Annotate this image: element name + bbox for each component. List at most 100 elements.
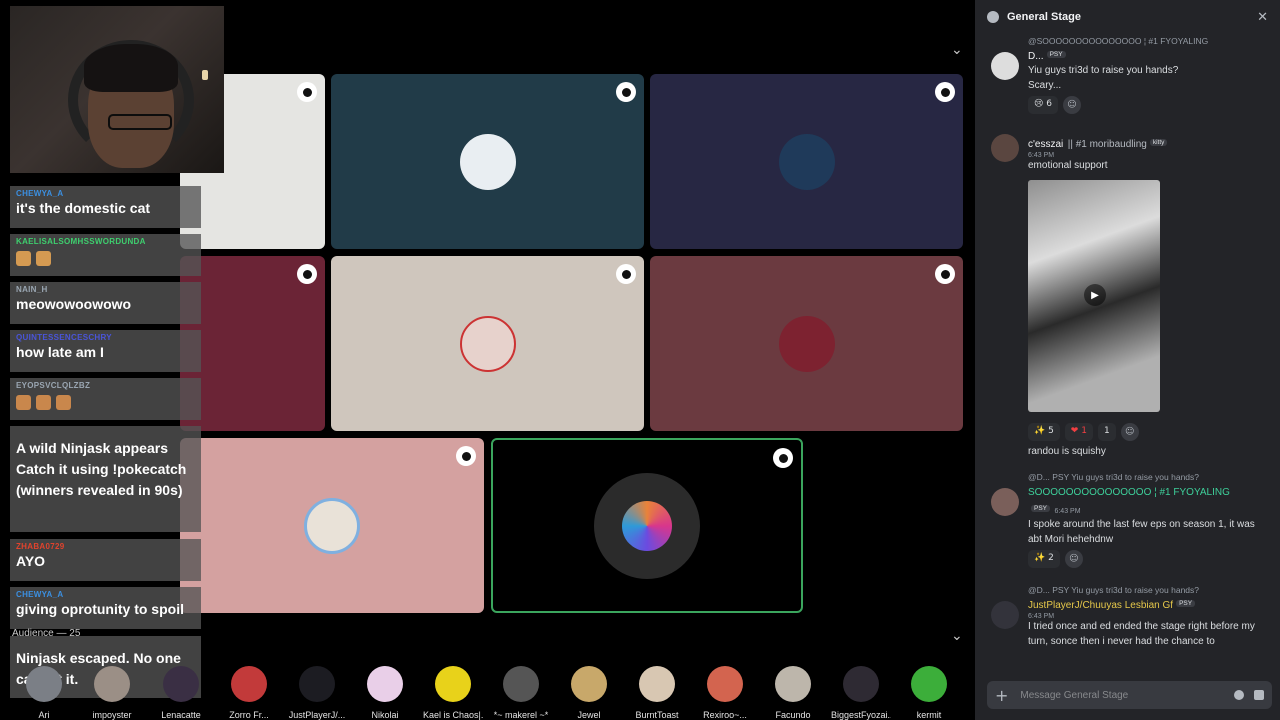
audience-member[interactable]: BiggestFyozai... bbox=[831, 666, 891, 720]
speaker-tile-2[interactable] bbox=[331, 74, 644, 249]
audience-name: Rexiroo~... bbox=[703, 710, 747, 720]
stream-chat-message: QUINTESSENCESCHRY how late am I bbox=[10, 330, 201, 372]
avatar[interactable] bbox=[991, 52, 1019, 80]
audience-name: *~ makerel ~* bbox=[493, 710, 549, 720]
speaker-badge-icon bbox=[935, 264, 955, 284]
streamer-hair bbox=[84, 44, 178, 92]
audience-member[interactable]: Lenacatte bbox=[151, 666, 211, 720]
message-text: Yiu guys tri3d to raise you hands? bbox=[1028, 65, 1179, 76]
avatar[interactable] bbox=[991, 488, 1019, 516]
avatar bbox=[367, 666, 403, 702]
expand-chevron-icon[interactable]: ⌄ bbox=[951, 628, 963, 644]
reaction-pill[interactable]: 1 bbox=[1097, 423, 1116, 441]
close-icon[interactable]: ✕ bbox=[1257, 10, 1268, 25]
add-reaction-icon[interactable]: ☺ bbox=[1062, 96, 1081, 114]
collapse-chevron-icon[interactable]: ⌄ bbox=[951, 42, 963, 58]
audience-member[interactable]: Ari bbox=[14, 666, 74, 720]
username[interactable]: SOOOOOOOOOOOOOOO ¦ #1 FYOYALING bbox=[1028, 487, 1230, 498]
user-tag: PSY bbox=[1176, 600, 1196, 608]
speaker-tile-4[interactable] bbox=[180, 256, 325, 431]
avatar bbox=[843, 666, 879, 702]
timestamp: 6:43 PM bbox=[1028, 152, 1055, 159]
audience-name: impoyster bbox=[92, 710, 132, 720]
message-text: I tried once and ed ended the stage righ… bbox=[1028, 621, 1255, 647]
stream-chat-message: A wild Ninjask appears Catch it using !p… bbox=[10, 426, 201, 532]
lamp-light bbox=[202, 70, 208, 80]
chat-username: NAIN_H bbox=[16, 285, 48, 294]
speaker-tile-5[interactable] bbox=[331, 256, 644, 431]
username-suffix: || #1 moribaudling bbox=[1067, 139, 1147, 150]
audience-member[interactable]: Facundo bbox=[763, 666, 823, 720]
chat-text: it's the domestic cat bbox=[16, 200, 151, 216]
avatar[interactable] bbox=[991, 134, 1019, 162]
reaction-pill[interactable]: ❤ 1 bbox=[1064, 423, 1093, 441]
audience-name: BiggestFyozai... bbox=[831, 710, 891, 720]
chat-text: AYO bbox=[16, 553, 46, 569]
apps-icon[interactable] bbox=[1254, 690, 1264, 700]
chat-username bbox=[16, 429, 195, 438]
avatar bbox=[571, 666, 607, 702]
avatar bbox=[304, 497, 360, 554]
stream-chat-message: NAIN_H meowowoowowo bbox=[10, 282, 201, 324]
audience-member[interactable]: impoyster bbox=[82, 666, 142, 720]
reaction-pill[interactable]: ✨ 2 bbox=[1028, 550, 1060, 568]
stream-chat-message: KAELISALSOMHSSWORDUNDA bbox=[10, 234, 201, 276]
reply-preview[interactable]: @D... PSY Yiu guys tri3d to raise you ha… bbox=[1028, 585, 1260, 595]
avatar-ring bbox=[594, 472, 700, 579]
avatar[interactable] bbox=[991, 601, 1019, 629]
speaker-tile-3[interactable] bbox=[650, 74, 963, 249]
play-icon[interactable]: ▶ bbox=[1084, 284, 1106, 306]
audience-member[interactable]: BurntToast bbox=[627, 666, 687, 720]
cat-emote-icon bbox=[36, 395, 51, 411]
add-reaction-icon[interactable]: ☺ bbox=[1120, 423, 1139, 441]
audience-member[interactable]: Kael is Chaos|... bbox=[423, 666, 483, 720]
message-input[interactable] bbox=[1020, 689, 1224, 701]
chat-username: ZHABA0729 bbox=[16, 542, 65, 551]
reply-preview[interactable]: @SOOOOOOOOOOOOOOO ¦ #1 FYOYALING bbox=[1028, 36, 1260, 46]
chat-text: giving oprotunity to spoil bbox=[16, 601, 184, 617]
audience-name: Jewel bbox=[577, 710, 601, 720]
audience-member[interactable]: Jewel bbox=[559, 666, 619, 720]
audience-member[interactable]: JustPlayerJ/... bbox=[287, 666, 347, 720]
audience-label: Audience — 25 bbox=[12, 628, 81, 639]
stream-chat-message: EYOPSVCLQLZBZ bbox=[10, 378, 201, 420]
stream-chat-message: CHEWYA_A it's the domestic cat bbox=[10, 186, 201, 228]
cat-emote-icon bbox=[16, 251, 31, 267]
avatar bbox=[231, 666, 267, 702]
audience-name: Nikolai bbox=[371, 710, 399, 720]
video-attachment[interactable]: ▶ bbox=[1028, 180, 1160, 412]
username[interactable]: c'esszai bbox=[1028, 139, 1063, 150]
speaker-tile-7[interactable] bbox=[180, 438, 484, 613]
audience-member[interactable]: kermit bbox=[899, 666, 959, 720]
reply-preview[interactable]: @D... PSY Yiu guys tri3d to raise you ha… bbox=[1028, 472, 1260, 482]
chat-text: how late am I bbox=[16, 344, 104, 360]
speaker-tile-8-speaking[interactable] bbox=[491, 438, 803, 613]
add-reaction-icon[interactable]: ☺ bbox=[1064, 550, 1083, 568]
reaction-pill[interactable]: 😢 6 bbox=[1028, 96, 1058, 114]
chat-text: meowowoowowo bbox=[16, 296, 132, 312]
avatar bbox=[778, 133, 835, 190]
speaker-badge-icon bbox=[616, 264, 636, 284]
emoji-icon[interactable] bbox=[1234, 690, 1244, 700]
avatar bbox=[94, 666, 130, 702]
avatar bbox=[503, 666, 539, 702]
reaction-pill[interactable]: ✨ 5 bbox=[1028, 423, 1060, 441]
webcam-overlay bbox=[10, 6, 224, 173]
username[interactable]: JustPlayerJ/Chuuyas Lesbian Gf bbox=[1028, 600, 1173, 611]
audience-member[interactable]: Rexiroo~... bbox=[695, 666, 755, 720]
audience-name: Lenacatte bbox=[161, 710, 201, 720]
avatar bbox=[778, 315, 835, 372]
timestamp: 6:43 PM bbox=[1028, 613, 1055, 620]
cat-emote-icon bbox=[36, 251, 51, 267]
audience-member[interactable]: Nikolai bbox=[355, 666, 415, 720]
username[interactable]: D... bbox=[1028, 51, 1044, 62]
audience-name: Facundo bbox=[775, 710, 811, 720]
audience-member[interactable]: *~ makerel ~* bbox=[491, 666, 551, 720]
avatar bbox=[163, 666, 199, 702]
speaker-badge-icon bbox=[456, 446, 476, 466]
message-text: emotional support bbox=[1028, 160, 1108, 171]
speaker-tile-6[interactable] bbox=[650, 256, 963, 431]
speaker-badge-icon bbox=[297, 264, 317, 284]
add-attachment-icon[interactable]: + bbox=[995, 686, 1008, 705]
audience-member[interactable]: Zorro Fr... bbox=[219, 666, 279, 720]
